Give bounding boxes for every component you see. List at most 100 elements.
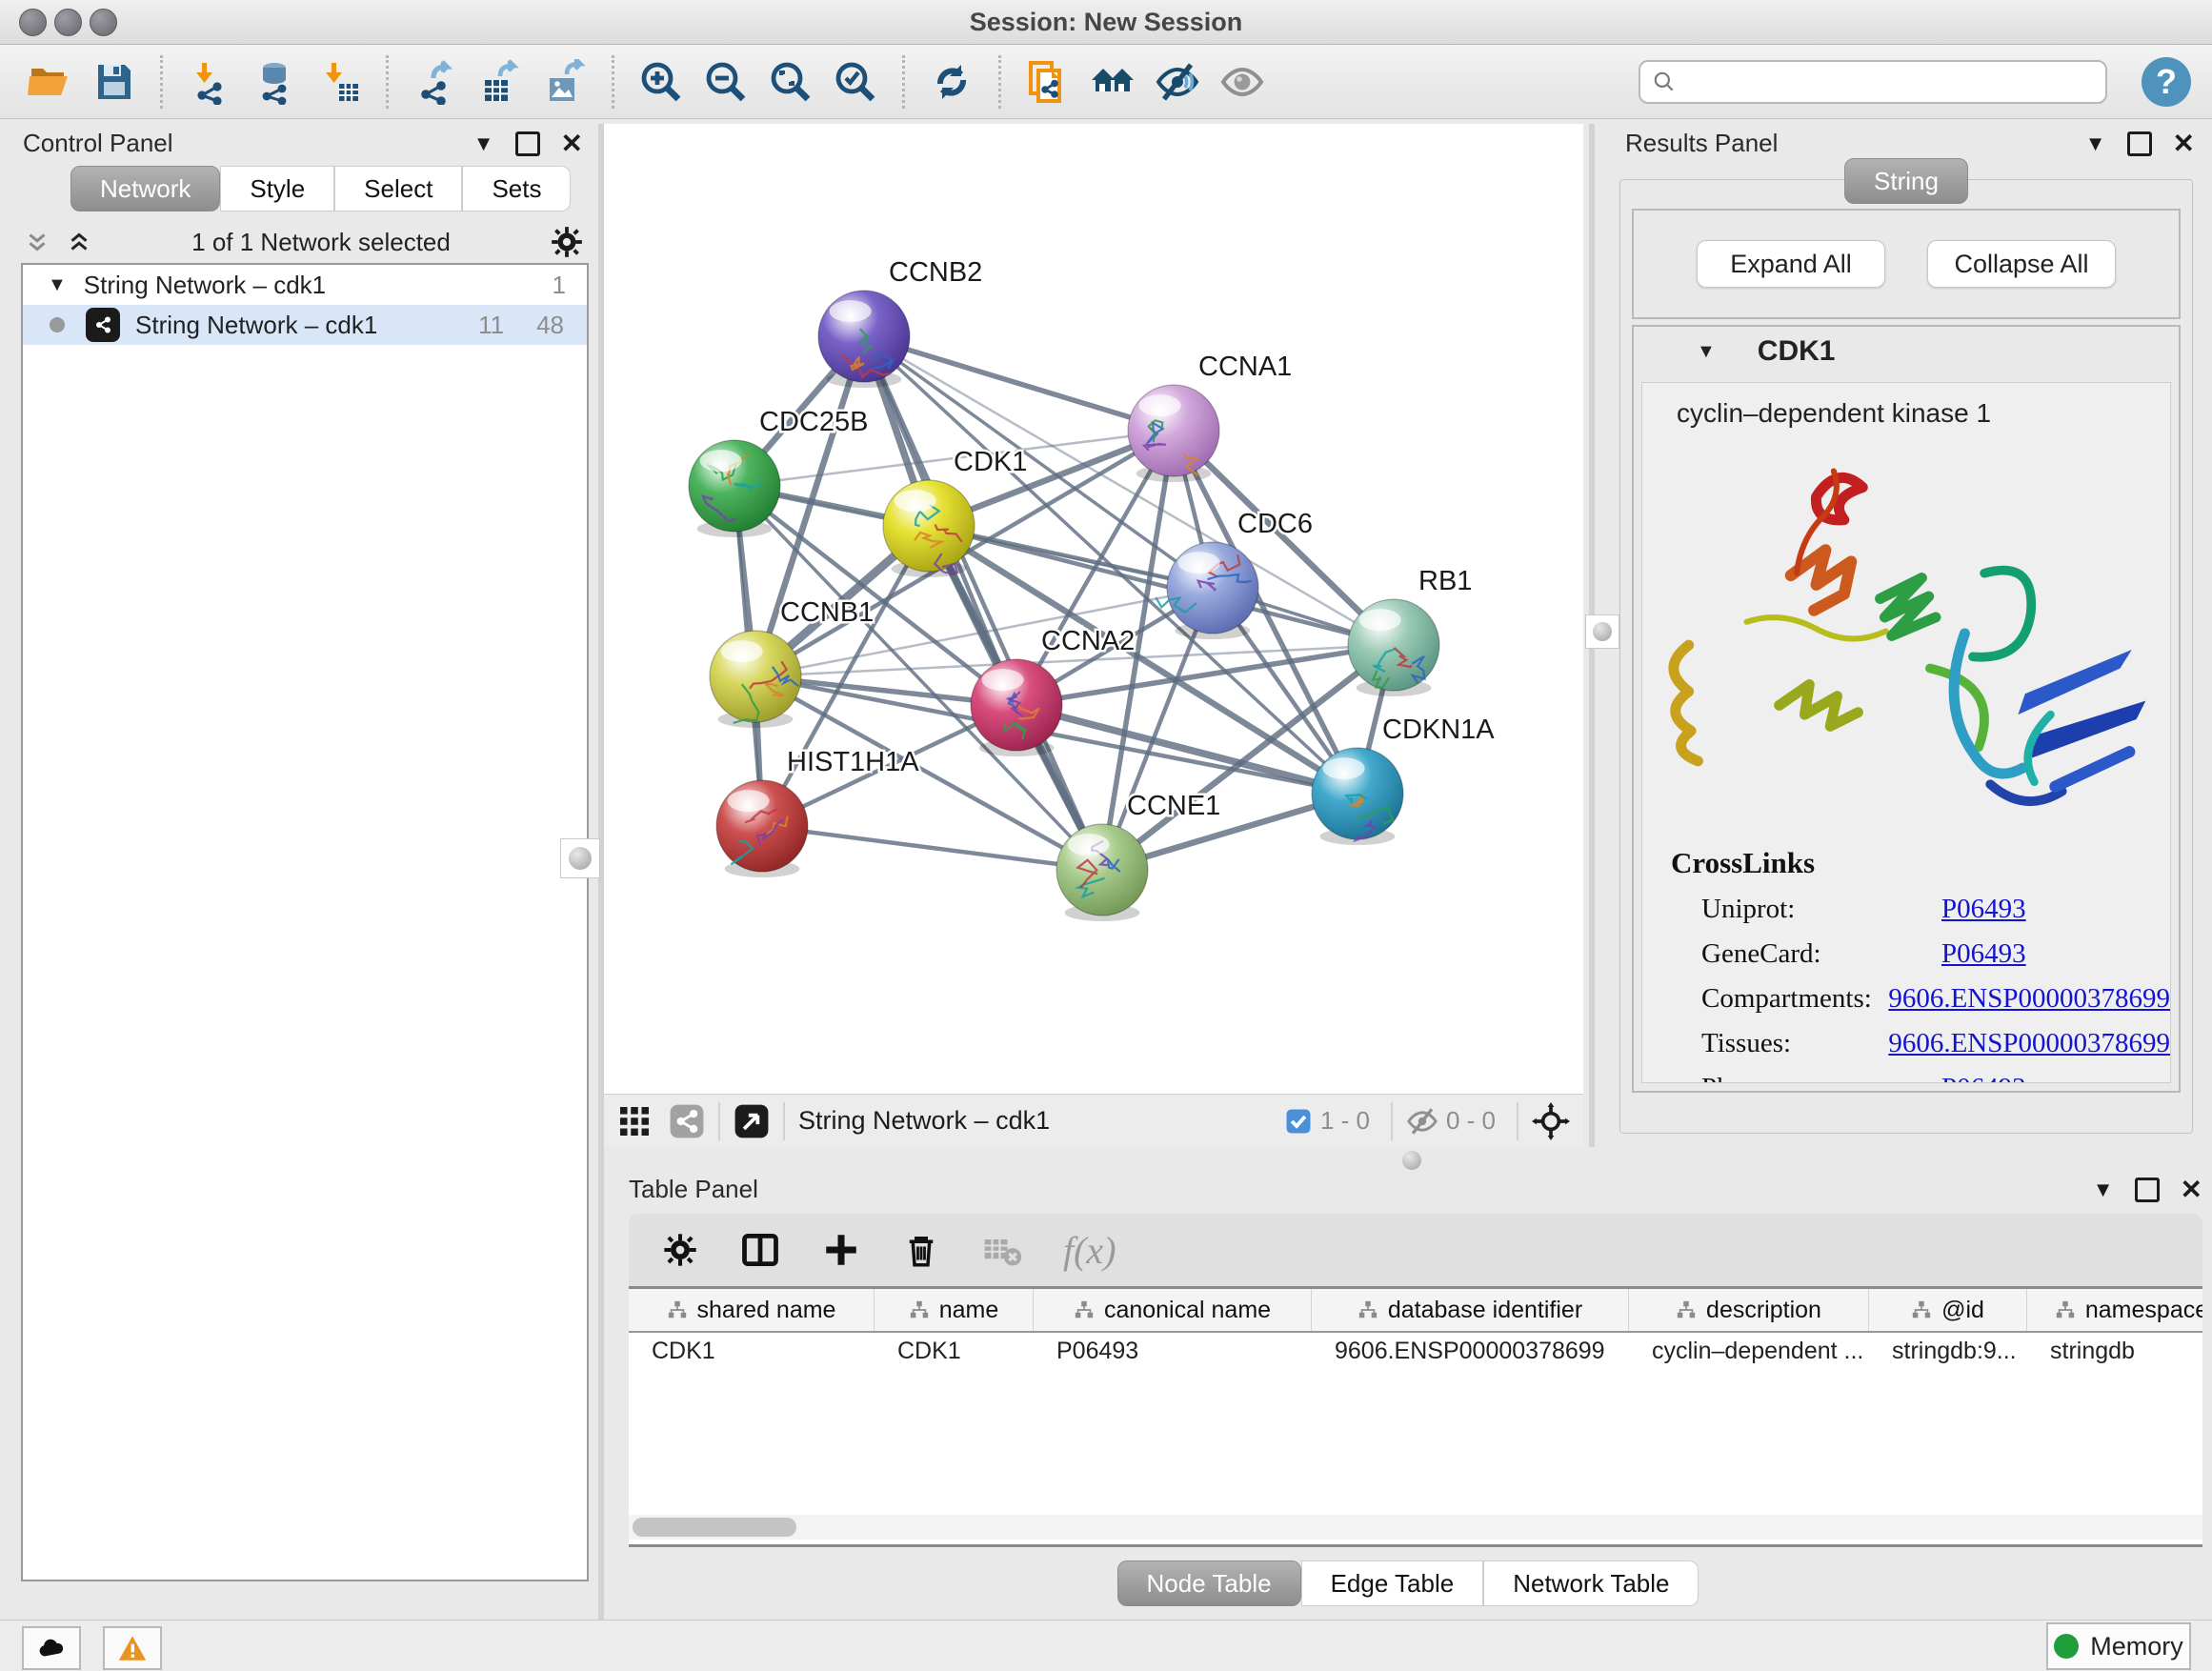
export-image-button[interactable] bbox=[537, 54, 593, 110]
panel-menu-caret[interactable]: ▼ bbox=[473, 131, 494, 156]
import-network-from-file-button[interactable] bbox=[182, 54, 237, 110]
node-table: shared namenamecanonical namedatabase id… bbox=[629, 1286, 2202, 1547]
panel-float-button[interactable] bbox=[2135, 1178, 2160, 1202]
tree-expander-icon[interactable]: ▼ bbox=[48, 274, 67, 296]
tab-node-table[interactable]: Node Table bbox=[1117, 1560, 1301, 1606]
delete-column-icon[interactable] bbox=[901, 1230, 941, 1270]
selected-checkbox-icon[interactable] bbox=[1284, 1107, 1313, 1136]
panel-float-button[interactable] bbox=[515, 131, 540, 156]
zoom-out-button[interactable] bbox=[698, 54, 754, 110]
tab-sets[interactable]: Sets bbox=[462, 166, 571, 211]
tab-network-table[interactable]: Network Table bbox=[1483, 1560, 1699, 1606]
network-collection-row[interactable]: ▼ String Network – cdk1 1 bbox=[23, 265, 587, 305]
tab-style[interactable]: Style bbox=[220, 166, 334, 211]
tab-edge-table[interactable]: Edge Table bbox=[1301, 1560, 1484, 1606]
collapse-all-button[interactable]: Collapse All bbox=[1927, 240, 2116, 288]
column-header[interactable]: description bbox=[1629, 1289, 1869, 1331]
show-column-icon[interactable] bbox=[739, 1229, 781, 1271]
panel-close-button[interactable]: ✕ bbox=[2173, 128, 2195, 159]
network-edge-CCNB2-CCNA1[interactable] bbox=[864, 336, 1174, 431]
show-all-networks-button[interactable] bbox=[1085, 54, 1140, 110]
expand-all-button[interactable]: Expand All bbox=[1697, 240, 1885, 288]
import-network-from-database-button[interactable] bbox=[247, 54, 302, 110]
panel-float-button[interactable] bbox=[2127, 131, 2152, 156]
detach-view-icon[interactable] bbox=[734, 1103, 770, 1139]
crosslink-value-link[interactable]: P06493 bbox=[1941, 894, 2026, 925]
zoom-selected-button[interactable] bbox=[828, 54, 883, 110]
network-node-HIST1H1A[interactable]: HIST1H1A bbox=[716, 747, 919, 877]
table-cell[interactable]: stringdb:9... bbox=[1869, 1333, 2027, 1369]
cloud-status-button[interactable] bbox=[22, 1626, 81, 1670]
network-edge-CCNB2-CCNE1[interactable] bbox=[864, 336, 1102, 870]
column-header[interactable]: name bbox=[875, 1289, 1034, 1331]
horizontal-splitter[interactable] bbox=[604, 1147, 2212, 1174]
network-node-CDKN1A[interactable]: CDKN1A bbox=[1312, 715, 1495, 845]
network-edge-HIST1H1A-CCNE1[interactable] bbox=[762, 826, 1102, 870]
toolbar-separator bbox=[998, 55, 1001, 109]
scrollbar-thumb[interactable] bbox=[633, 1518, 796, 1537]
panel-close-button[interactable]: ✕ bbox=[2181, 1174, 2202, 1205]
tab-string[interactable]: String bbox=[1844, 158, 1968, 204]
tab-select[interactable]: Select bbox=[334, 166, 462, 211]
network-options-gear-icon[interactable] bbox=[549, 224, 585, 260]
node-label-CDC6: CDC6 bbox=[1237, 509, 1313, 539]
apply-preferred-layout-button[interactable] bbox=[924, 54, 979, 110]
column-header[interactable]: namespace bbox=[2027, 1289, 2202, 1331]
birdseye-view-button[interactable] bbox=[1215, 54, 1270, 110]
save-session-button[interactable] bbox=[86, 54, 141, 110]
network-share-icon[interactable] bbox=[669, 1103, 705, 1139]
function-builder-disabled: f(x) bbox=[1063, 1228, 1116, 1273]
table-cell[interactable]: cyclin–dependent ... bbox=[1629, 1333, 1869, 1369]
table-cell[interactable]: P06493 bbox=[1034, 1333, 1312, 1369]
network-node-CCNE1[interactable]: CCNE1 bbox=[1056, 791, 1220, 921]
table-cell[interactable]: 9606.ENSP00000378699 bbox=[1312, 1333, 1629, 1369]
crosslink-value-link[interactable]: P06493 bbox=[1941, 1073, 2026, 1083]
crosslink-value-link[interactable]: 9606.ENSP00000378699 bbox=[1888, 1028, 2170, 1059]
column-header[interactable]: database identifier bbox=[1312, 1289, 1629, 1331]
hidden-eye-slash-icon[interactable] bbox=[1406, 1105, 1438, 1137]
expand-all-icon[interactable] bbox=[65, 228, 93, 256]
warning-status-button[interactable] bbox=[103, 1626, 162, 1670]
new-network-from-selection-button[interactable] bbox=[1020, 54, 1076, 110]
table-horizontal-scrollbar[interactable] bbox=[629, 1515, 2202, 1540]
entry-expander-icon[interactable]: ▼ bbox=[1697, 341, 1716, 363]
column-header[interactable]: shared name bbox=[629, 1289, 875, 1331]
table-cell[interactable]: CDK1 bbox=[875, 1333, 1034, 1369]
toggle-graphics-details-button[interactable] bbox=[1150, 54, 1205, 110]
open-session-button[interactable] bbox=[21, 54, 76, 110]
export-table-to-file-button[interactable] bbox=[473, 54, 528, 110]
network-row-selected[interactable]: String Network – cdk1 11 48 bbox=[23, 305, 587, 345]
column-type-icon bbox=[909, 1299, 930, 1320]
crosslink-value-link[interactable]: P06493 bbox=[1941, 938, 2026, 970]
import-table-from-file-button[interactable] bbox=[312, 54, 367, 110]
network-canvas[interactable]: CCNB2CCNA1CDC25BCDK1CDC6RB1CCNB1CCNA2CDK… bbox=[604, 124, 1583, 1094]
create-column-icon[interactable] bbox=[821, 1230, 861, 1270]
search-input[interactable] bbox=[1684, 68, 2094, 96]
collapse-all-icon[interactable] bbox=[23, 228, 51, 256]
left-splitter-handle[interactable] bbox=[560, 838, 600, 878]
network-node-RB1[interactable]: RB1 bbox=[1348, 566, 1472, 696]
table-cell[interactable]: CDK1 bbox=[629, 1333, 875, 1369]
birdseye-toggle-icon[interactable] bbox=[1532, 1102, 1570, 1140]
panel-close-button[interactable]: ✕ bbox=[561, 128, 583, 159]
protein-structure-image bbox=[1642, 436, 2171, 836]
panel-menu-caret[interactable]: ▼ bbox=[2093, 1178, 2114, 1202]
horizontal-splitter-handle[interactable] bbox=[1402, 1151, 1421, 1170]
table-row[interactable]: CDK1CDK1P064939606.ENSP00000378699cyclin… bbox=[629, 1333, 2202, 1369]
export-network-to-file-button[interactable] bbox=[408, 54, 463, 110]
grid-mode-icon[interactable] bbox=[617, 1104, 652, 1138]
network-node-CCNB1[interactable]: CCNB1 bbox=[710, 597, 874, 728]
tab-network[interactable]: Network bbox=[70, 166, 220, 211]
table-options-gear-icon[interactable] bbox=[661, 1231, 699, 1269]
help-button[interactable]: ? bbox=[2142, 57, 2191, 107]
column-header[interactable]: canonical name bbox=[1034, 1289, 1312, 1331]
memory-button[interactable]: Memory bbox=[2046, 1622, 2191, 1670]
panel-menu-caret[interactable]: ▼ bbox=[2085, 131, 2106, 156]
zoom-in-button[interactable] bbox=[633, 54, 689, 110]
fit-content-button[interactable] bbox=[763, 54, 818, 110]
column-header[interactable]: @id bbox=[1869, 1289, 2027, 1331]
crosslink-value-link[interactable]: 9606.ENSP00000378699 bbox=[1888, 983, 2170, 1015]
protein-name: CDK1 bbox=[1758, 335, 1836, 368]
table-cell[interactable]: stringdb bbox=[2027, 1333, 2202, 1369]
network-edge-CDK1-RB1[interactable] bbox=[929, 526, 1394, 645]
